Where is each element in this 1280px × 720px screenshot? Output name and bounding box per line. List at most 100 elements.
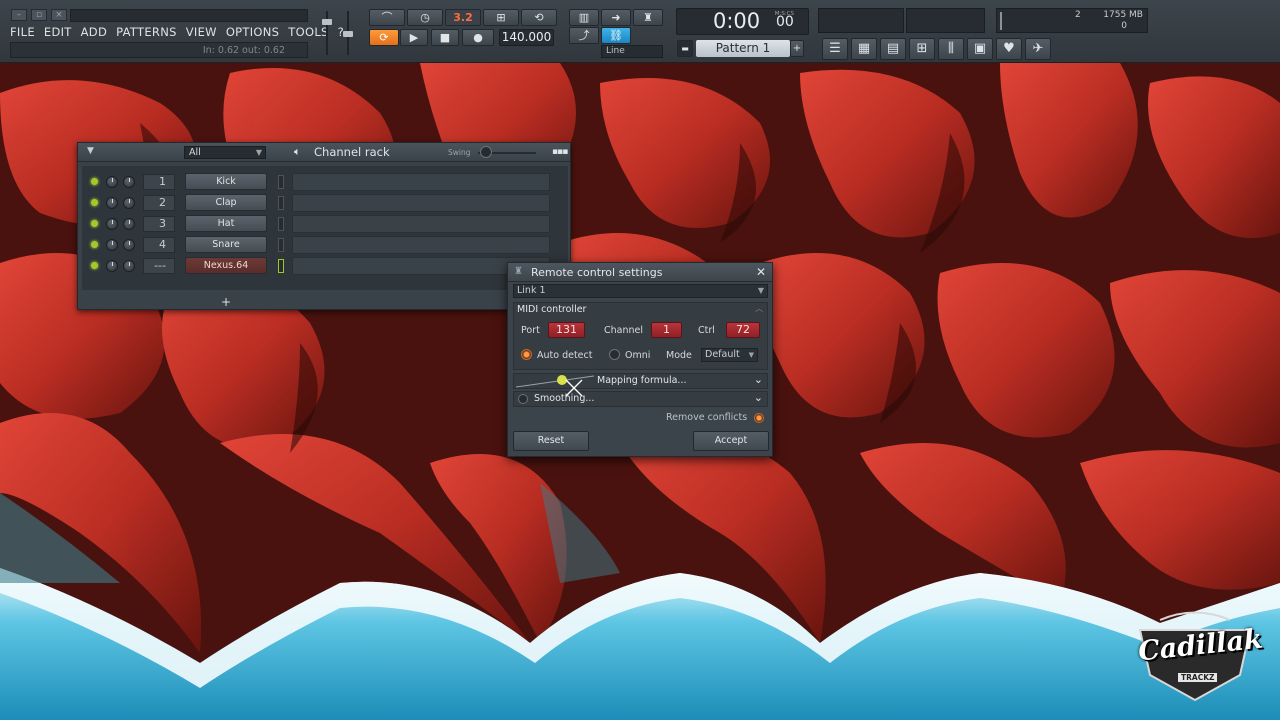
minimize-button[interactable]: –	[11, 9, 27, 21]
recording-filter-icon[interactable]: ⟲	[521, 9, 557, 26]
menu-patterns[interactable]: PATTERNS	[116, 25, 177, 39]
piano-icon[interactable]: ▥	[569, 9, 599, 26]
channel-pan-knob[interactable]	[106, 218, 118, 230]
channel-select-indicator[interactable]	[278, 238, 284, 252]
close-window-button[interactable]: ×	[51, 9, 67, 21]
piano-roll-icon[interactable]: ▤	[880, 38, 906, 60]
channel-volume-knob[interactable]	[123, 260, 135, 272]
channel-mute-led[interactable]	[91, 241, 98, 248]
tempo-display[interactable]: 140.000	[499, 29, 554, 46]
channel-name-button[interactable]: Clap	[185, 194, 267, 211]
channel-mixer-track[interactable]: 2	[143, 195, 175, 211]
channel-row[interactable]: 2 Clap	[82, 193, 568, 213]
omni-radio[interactable]	[609, 349, 620, 360]
grid-view-icon[interactable]: ▪▪▪	[552, 147, 568, 157]
channel-select-indicator[interactable]	[278, 217, 284, 231]
smoothing-expander[interactable]: Smoothing... ⌄	[513, 391, 768, 407]
channel-mute-led[interactable]	[91, 178, 98, 185]
menu-file[interactable]: FILE	[10, 25, 35, 39]
accept-button[interactable]: Accept	[693, 431, 769, 451]
add-channel-button[interactable]: +	[221, 295, 231, 309]
reset-button[interactable]: Reset	[513, 431, 589, 451]
master-pitch-slider[interactable]	[343, 11, 353, 55]
maximize-button[interactable]: ▫	[31, 9, 47, 21]
channel-volume-knob[interactable]	[123, 197, 135, 209]
mapping-formula-expander[interactable]: Mapping formula... ⌄	[513, 373, 768, 389]
menu-options[interactable]: OPTIONS	[226, 25, 279, 39]
channel-row[interactable]: --- Nexus.64	[82, 256, 568, 276]
snap-select[interactable]: Line	[601, 45, 663, 58]
channel-pan-knob[interactable]	[106, 239, 118, 251]
smoothing-radio[interactable]	[518, 394, 528, 404]
loop-count-badge[interactable]: 3.2	[445, 9, 481, 26]
metronome-icon[interactable]: ◷	[407, 9, 443, 26]
channel-mute-led[interactable]	[91, 262, 98, 269]
browser-icon[interactable]: ▣	[967, 38, 993, 60]
menu-add[interactable]: ADD	[81, 25, 107, 39]
typing-keyboard-icon[interactable]: ⊞	[483, 9, 519, 26]
rack-menu-icon[interactable]: ▼	[87, 146, 94, 156]
channel-name-button[interactable]: Nexus.64	[185, 257, 267, 274]
channel-row[interactable]: 3 Hat	[82, 214, 568, 234]
channel-mute-led[interactable]	[91, 220, 98, 227]
pattern-mode-icon[interactable]: ⌒	[369, 9, 405, 26]
ctrl-field[interactable]: 72	[726, 322, 760, 338]
collapse-icon[interactable]: ︿	[755, 303, 763, 314]
channel-mixer-track[interactable]: 1	[143, 174, 175, 190]
pattern-selector[interactable]: Pattern 1	[696, 40, 790, 57]
channel-name-button[interactable]: Kick	[185, 173, 267, 190]
channel-pan-knob[interactable]	[106, 260, 118, 272]
channel-mute-led[interactable]	[91, 199, 98, 206]
channel-volume-knob[interactable]	[123, 218, 135, 230]
record-button[interactable]: ●	[462, 29, 494, 46]
plugin-icon[interactable]: ♥	[996, 38, 1022, 60]
channel-select-indicator[interactable]	[278, 259, 284, 273]
channel-name-button[interactable]: Hat	[185, 215, 267, 232]
channel-mixer-track[interactable]: 3	[143, 216, 175, 232]
pattern-prev-button[interactable]: ▬	[677, 40, 693, 57]
channel-name-button[interactable]: Snare	[185, 236, 267, 253]
slide-icon[interactable]: ⤴	[569, 27, 599, 44]
master-volume-slider[interactable]	[322, 11, 332, 55]
step-arrow-icon[interactable]: ➜	[601, 9, 631, 26]
play-button[interactable]: ▶	[400, 29, 428, 46]
channel-pan-knob[interactable]	[106, 176, 118, 188]
channel-step-grid[interactable]	[292, 236, 550, 254]
channel-pan-knob[interactable]	[106, 197, 118, 209]
channel-step-grid[interactable]	[292, 215, 550, 233]
dialog-titlebar[interactable]: ♜ Remote control settings ✕	[508, 263, 772, 282]
help-icon[interactable]: ✈	[1025, 38, 1051, 60]
channel-rack-icon[interactable]: ⊞	[909, 38, 935, 60]
link-tool-icon[interactable]: ⛓	[601, 27, 631, 44]
auto-detect-radio[interactable]	[521, 349, 532, 360]
step-sequencer-icon[interactable]: ▦	[851, 38, 877, 60]
loop-record-button[interactable]: ⟳	[369, 29, 399, 46]
mode-select[interactable]: Default ▼	[701, 348, 758, 362]
channel-filter-select[interactable]: All ▼	[184, 146, 266, 159]
channel-volume-knob[interactable]	[123, 176, 135, 188]
playlist-icon[interactable]: ☰	[822, 38, 848, 60]
port-field[interactable]: 131	[548, 322, 585, 338]
channel-step-grid[interactable]	[292, 194, 550, 212]
channel-row[interactable]: 1 Kick	[82, 172, 568, 192]
channel-volume-knob[interactable]	[123, 239, 135, 251]
menu-view[interactable]: VIEW	[186, 25, 217, 39]
add-pattern-button[interactable]: +	[790, 40, 804, 57]
channel-field[interactable]: 1	[651, 322, 682, 338]
channel-mixer-track[interactable]: ---	[143, 258, 175, 274]
swing-knob[interactable]	[480, 146, 492, 158]
stop-button[interactable]: ■	[431, 29, 459, 46]
channel-rack-titlebar[interactable]: ▼ All ▼ 🔈︎ Channel rack Swing ▪▪▪	[78, 143, 570, 162]
menu-edit[interactable]: EDIT	[44, 25, 72, 39]
channel-select-indicator[interactable]	[278, 175, 284, 189]
song-time-display[interactable]: 0:00 00 M:S:CS	[676, 8, 809, 35]
close-icon[interactable]: ✕	[756, 265, 766, 279]
mixer-icon[interactable]: ⫼	[938, 38, 964, 60]
remove-conflicts-toggle[interactable]	[754, 413, 764, 423]
channel-row[interactable]: 4 Snare	[82, 235, 568, 255]
metronome-hat-icon[interactable]: ♜	[633, 9, 663, 26]
link-select[interactable]: Link 1 ▼	[513, 284, 768, 298]
channel-mixer-track[interactable]: 4	[143, 237, 175, 253]
channel-select-indicator[interactable]	[278, 196, 284, 210]
channel-step-grid[interactable]	[292, 173, 550, 191]
